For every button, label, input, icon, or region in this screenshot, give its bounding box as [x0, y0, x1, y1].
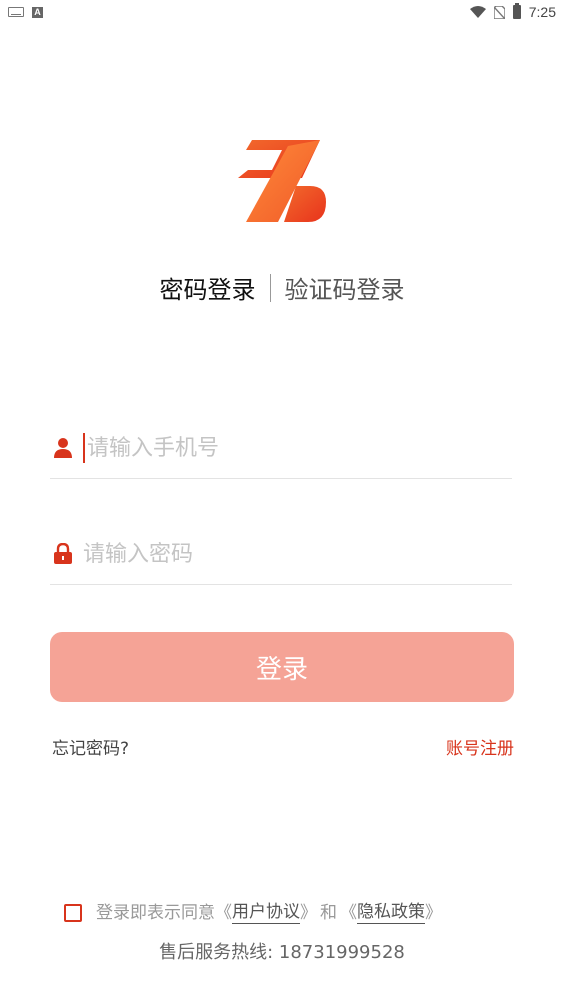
agreement-checkbox[interactable] [64, 903, 82, 922]
forgot-password-link[interactable]: 忘记密码? [52, 734, 129, 759]
privacy-policy-link[interactable]: 隐私政策 [357, 897, 425, 924]
agreement-and: 和 [320, 903, 337, 923]
user-agreement-link[interactable]: 用户协议 [232, 897, 300, 924]
lock-icon [54, 543, 72, 564]
tab-divider [269, 273, 271, 302]
login-screen: A 7:25 密码登录 验证码登录 请输入手机号 登录 忘记密码? 账号注册 登… [0, 0, 564, 1002]
password-input[interactable] [83, 534, 512, 574]
agreement-bracket-close-1: 》 [300, 903, 317, 923]
status-time: 7:25 [528, 4, 556, 20]
z-logo [238, 140, 326, 222]
tab-password-login[interactable]: 密码登录 [160, 270, 256, 305]
tab-code-login[interactable]: 验证码登录 [285, 270, 405, 305]
status-bar: A 7:25 [0, 0, 564, 24]
phone-field [50, 418, 512, 479]
agreement-prefix: 登录即表示同意 [96, 903, 215, 923]
user-icon [54, 438, 72, 458]
status-bar-left: A [8, 6, 43, 18]
no-sim-icon [493, 5, 505, 19]
service-hotline: 售后服务热线: 18731999528 [159, 942, 405, 963]
agreement-row: 登录即表示同意 《 用户协议 》 和 《 隐私政策 》 [64, 897, 442, 924]
register-link[interactable]: 账号注册 [446, 734, 514, 759]
a-notification-icon: A [32, 6, 43, 18]
login-button[interactable]: 登录 [50, 632, 514, 702]
password-field [50, 524, 512, 585]
text-cursor [83, 433, 85, 463]
login-mode-tabs: 密码登录 验证码登录 [0, 270, 564, 305]
wifi-icon [469, 6, 486, 18]
battery-icon [512, 3, 521, 19]
agreement-bracket-open-2: 《 [340, 903, 357, 923]
keyboard-icon [8, 7, 24, 17]
status-bar-right: 7:25 [469, 3, 556, 20]
agreement-bracket-close-2: 》 [425, 903, 442, 923]
agreement-bracket-open-1: 《 [215, 903, 232, 923]
phone-input[interactable] [87, 428, 512, 468]
